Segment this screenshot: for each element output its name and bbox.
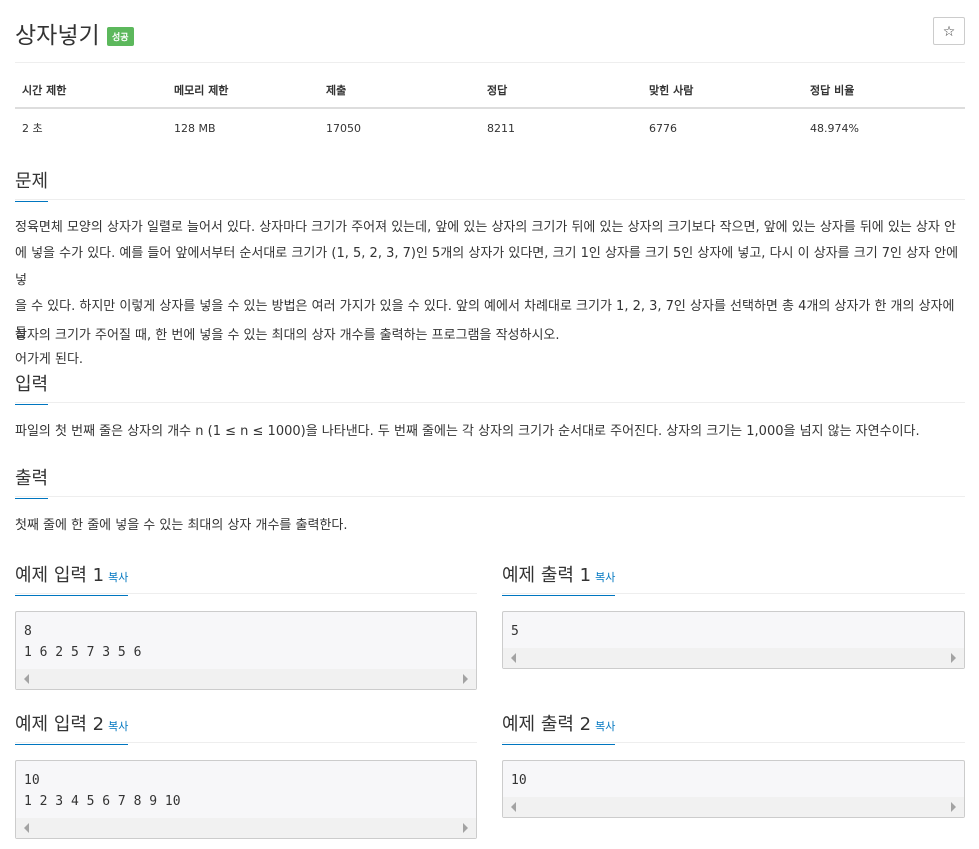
- problem-paragraph-2: 상자의 크기가 주어질 때, 한 번에 넣을 수 있는 최대의 상자 개수를 출…: [15, 328, 560, 343]
- output-description: 첫째 줄에 한 줄에 넣을 수 있는 최대의 상자 개수를 출력한다.: [15, 518, 348, 533]
- sample-output-2-header: 예제 출력 2 복사: [502, 710, 965, 745]
- sample-output-1-line-1: 5: [511, 624, 519, 639]
- sample-input-1-box[interactable]: 8 1 6 2 5 7 3 5 6: [15, 611, 477, 690]
- problem-line-1: 정육면체 모양의 상자가 일렬로 늘어서 있다. 상자마다 크기가 주어져 있는…: [15, 220, 956, 235]
- star-icon: ☆: [942, 24, 956, 40]
- sample-input-2-line-1: 10: [24, 773, 40, 788]
- status-badge: 성공: [107, 27, 134, 46]
- memory-limit-value: 128 MB: [174, 121, 216, 135]
- input-heading: 입력: [15, 370, 49, 405]
- sample-input-1-content: 8 1 6 2 5 7 3 5 6: [16, 612, 476, 667]
- title-row: 상자넣기 성공 ☆: [15, 14, 965, 63]
- copy-sample-output-1-button[interactable]: 복사: [595, 571, 615, 584]
- sample-input-2-heading-wrap: 예제 입력 2 복사: [15, 710, 129, 745]
- sample-output-2-heading: 예제 출력 2: [502, 714, 592, 735]
- scroll-left-icon[interactable]: [511, 802, 516, 812]
- accept-ratio-header: 정답 비율: [803, 81, 965, 109]
- accepted-value: 8211: [487, 121, 515, 135]
- copy-sample-input-1-button[interactable]: 복사: [108, 571, 128, 584]
- memory-limit-header: 메모리 제한: [167, 81, 319, 109]
- sample-input-2-content: 10 1 2 3 4 5 6 7 8 9 10: [16, 761, 476, 816]
- sample-input-2-line-2: 1 2 3 4 5 6 7 8 9 10: [24, 794, 181, 809]
- scroll-right-icon[interactable]: [951, 802, 956, 812]
- copy-sample-input-2-button[interactable]: 복사: [108, 720, 128, 733]
- problem-description: 정육면체 모양의 상자가 일렬로 늘어서 있다. 상자마다 크기가 주어져 있는…: [15, 215, 965, 373]
- sample-output-1-heading: 예제 출력 1: [502, 565, 592, 586]
- scroll-right-icon[interactable]: [951, 653, 956, 663]
- sample-output-1-scrollbar[interactable]: [503, 648, 964, 668]
- sample-output-2-line-1: 10: [511, 773, 527, 788]
- sample-input-1-header: 예제 입력 1 복사: [15, 561, 477, 596]
- sample-input-1-heading-wrap: 예제 입력 1 복사: [15, 561, 129, 596]
- problem-line-2: 에 넣을 수가 있다. 예를 들어 앞에서부터 순서대로 크기가 (1, 5, …: [15, 246, 959, 288]
- output-section-header: 출력: [15, 464, 965, 499]
- input-section-header: 입력: [15, 370, 965, 405]
- problem-heading: 문제: [15, 167, 49, 202]
- scroll-right-icon[interactable]: [463, 823, 468, 833]
- sample-input-1-scrollbar[interactable]: [16, 669, 476, 689]
- star-button[interactable]: ☆: [933, 17, 965, 45]
- solvers-header: 맞힌 사람: [642, 81, 803, 109]
- sample-input-2-heading: 예제 입력 2: [15, 714, 105, 735]
- sample-output-2-content: 10: [503, 761, 964, 795]
- info-value-row: 2 초 128 MB 17050 8211 6776 48.974%: [15, 108, 965, 138]
- input-description: 파일의 첫 번째 줄은 상자의 개수 n (1 ≤ n ≤ 1000)을 나타낸…: [15, 424, 920, 439]
- sample-input-2-header: 예제 입력 2 복사: [15, 710, 477, 745]
- sample-input-1-line-2: 1 6 2 5 7 3 5 6: [24, 645, 142, 660]
- sample-output-1-content: 5: [503, 612, 964, 646]
- time-limit-header: 시간 제한: [15, 81, 167, 109]
- submissions-value: 17050: [326, 121, 361, 135]
- problem-info-table: 시간 제한 메모리 제한 제출 정답 맞힌 사람 정답 비율 2 초 128 M…: [15, 81, 965, 138]
- sample-output-1-box[interactable]: 5: [502, 611, 965, 669]
- accepted-header: 정답: [480, 81, 642, 109]
- sample-output-2-scrollbar[interactable]: [503, 797, 964, 817]
- page-title: 상자넣기: [15, 23, 100, 49]
- problem-section-header: 문제: [15, 167, 965, 202]
- scroll-left-icon[interactable]: [24, 674, 29, 684]
- sample-input-2-scrollbar[interactable]: [16, 818, 476, 838]
- accept-ratio-value: 48.974%: [810, 121, 859, 135]
- sample-output-1-heading-wrap: 예제 출력 1 복사: [502, 561, 616, 596]
- scroll-left-icon[interactable]: [511, 653, 516, 663]
- info-header-row: 시간 제한 메모리 제한 제출 정답 맞힌 사람 정답 비율: [15, 81, 965, 109]
- output-heading: 출력: [15, 464, 49, 499]
- sample-output-2-box[interactable]: 10: [502, 760, 965, 818]
- copy-sample-output-2-button[interactable]: 복사: [595, 720, 615, 733]
- scroll-right-icon[interactable]: [463, 674, 468, 684]
- solvers-value: 6776: [649, 121, 677, 135]
- sample-output-1-header: 예제 출력 1 복사: [502, 561, 965, 596]
- problem-page: 상자넣기 성공 ☆ 시간 제한 메모리 제한 제출 정답 맞힌 사람 정답 비율…: [0, 0, 979, 849]
- sample-input-1-line-1: 8: [24, 624, 32, 639]
- sample-output-2-heading-wrap: 예제 출력 2 복사: [502, 710, 616, 745]
- sample-input-1-heading: 예제 입력 1: [15, 565, 105, 586]
- scroll-left-icon[interactable]: [24, 823, 29, 833]
- submissions-header: 제출: [319, 81, 480, 109]
- time-limit-value: 2 초: [22, 122, 43, 135]
- sample-input-2-box[interactable]: 10 1 2 3 4 5 6 7 8 9 10: [15, 760, 477, 839]
